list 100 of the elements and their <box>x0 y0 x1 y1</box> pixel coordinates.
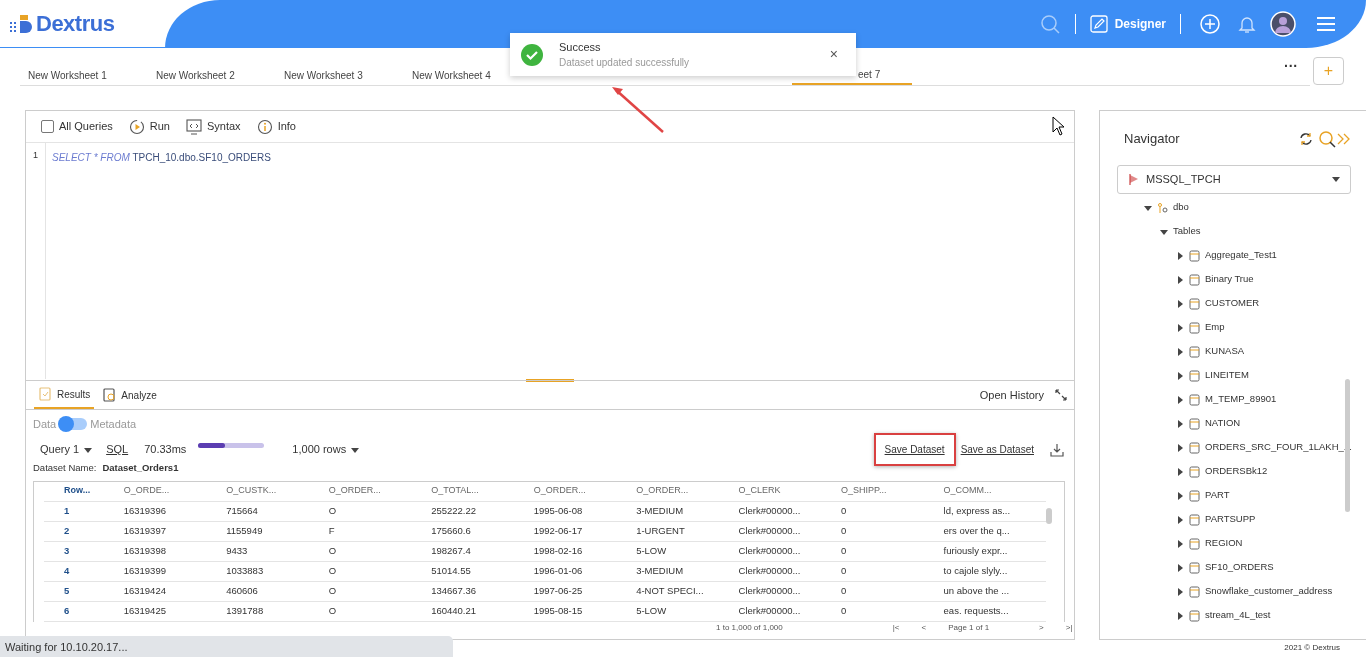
tree-item[interactable]: stream_4L_test <box>1100 603 1366 628</box>
pager-prev-button[interactable]: < <box>921 621 927 634</box>
info-icon[interactable] <box>256 118 273 135</box>
table-cell-text: 0 <box>841 523 848 538</box>
table-icon <box>1189 513 1200 526</box>
info-button[interactable]: Info <box>256 118 296 135</box>
results-tab[interactable]: Results <box>34 381 95 409</box>
tree-item[interactable]: LINEITEM <box>1100 363 1366 388</box>
tree-item[interactable]: REGION <box>1100 531 1366 556</box>
results-tab[interactable]: Analyze <box>98 381 161 409</box>
syntax-button[interactable]: Syntax <box>186 118 241 135</box>
table-cell-text: 134667.36 <box>431 583 478 598</box>
logo-icon <box>8 12 34 35</box>
expand-icon[interactable] <box>1054 388 1068 402</box>
worksheet-tab[interactable]: New Worksheet 1 <box>20 58 148 85</box>
monitor-code-icon[interactable] <box>186 118 202 135</box>
sql-link[interactable]: SQL <box>106 441 129 458</box>
column-header[interactable]: O_TOTAL... <box>431 484 534 498</box>
bell-icon[interactable] <box>1238 14 1256 34</box>
table-cell-text: 1033883 <box>226 563 265 578</box>
copyright-text: 2021 © Dextrus <box>1284 642 1340 654</box>
data-metadata-toggle[interactable] <box>59 418 88 431</box>
save-dataset-link[interactable]: Save Dataset <box>884 442 945 458</box>
tree-item[interactable]: ORDERS_SRC_FOUR_1LAKH_... <box>1100 435 1366 460</box>
pager-next-button[interactable]: > <box>1039 621 1044 634</box>
avatar[interactable] <box>1270 11 1296 37</box>
table-cell-text: 1155949 <box>226 523 264 538</box>
table-icon <box>1189 537 1200 550</box>
column-header[interactable]: O_CLERK <box>738 484 842 498</box>
tree-item[interactable]: CUSTOMER <box>1100 291 1366 316</box>
tree-item[interactable]: PART <box>1100 483 1366 508</box>
menu-icon[interactable] <box>1316 16 1336 32</box>
tree-item[interactable]: Snowflake_customer_address <box>1100 579 1366 604</box>
tree-item[interactable]: SF10_ORDERS <box>1100 555 1366 580</box>
column-header[interactable]: O_CUSTK... <box>226 484 329 498</box>
play-circle-icon[interactable] <box>128 118 145 135</box>
table-cell-text: 51014.55 <box>431 563 472 578</box>
save-as-dataset-link[interactable]: Save as Dataset <box>960 442 1034 457</box>
collapse-icon[interactable] <box>1336 131 1352 146</box>
table-icon <box>1189 393 1200 406</box>
column-header[interactable]: O_ORDER... <box>636 484 739 498</box>
tree-item[interactable]: Aggregate_Test1 <box>1100 243 1366 268</box>
table-cell-text: F <box>328 523 336 538</box>
column-header[interactable]: O_COMM... <box>943 484 1047 498</box>
clipboard-icon[interactable] <box>38 386 52 402</box>
table-icon <box>1189 417 1200 430</box>
dataset-name-label: Dataset Name: <box>33 460 97 475</box>
tree-item[interactable]: ORDERSBk12 <box>1100 459 1366 484</box>
run-button[interactable]: Run <box>128 118 170 135</box>
table-icon <box>1189 585 1200 598</box>
cursor-icon <box>1052 116 1066 136</box>
row-number: 1 <box>63 503 71 518</box>
open-history-button[interactable]: Open History <box>973 381 1048 409</box>
source-dropdown[interactable]: MSSQL_TPCH <box>1117 164 1351 194</box>
tree-item[interactable]: dbo <box>1100 195 1366 220</box>
column-header[interactable]: O_ORDER... <box>533 484 637 498</box>
tree-item[interactable]: Emp <box>1100 315 1366 340</box>
row-number: 6 <box>63 603 71 618</box>
designer-icon[interactable] <box>1089 15 1108 33</box>
table-cell-text: 160440.21 <box>431 603 478 618</box>
close-button[interactable]: × <box>829 44 838 65</box>
add-icon[interactable] <box>1199 13 1221 35</box>
worksheet-tab[interactable]: New Worksheet 4 <box>404 58 532 85</box>
resize-handle[interactable] <box>526 379 574 382</box>
table-icon <box>1189 321 1200 334</box>
analyze-icon[interactable] <box>102 387 117 403</box>
tree-item[interactable]: Binary True <box>1100 267 1366 292</box>
table-cell-text: 1995-06-08 <box>533 503 584 518</box>
table-cell-text: Clerk#00000... <box>738 563 802 578</box>
toast-message: Dataset updated successfully <box>559 56 691 71</box>
table-cell-text: 460606 <box>226 583 259 598</box>
table-cell-text: O <box>328 503 338 518</box>
pager-last-button[interactable]: >| <box>1065 621 1073 634</box>
tree-item[interactable]: M_TEMP_89901 <box>1100 387 1366 412</box>
download-icon[interactable] <box>1050 442 1064 457</box>
refresh-icon[interactable] <box>1298 130 1314 147</box>
status-text: Waiting for 10.10.20.17... <box>0 636 453 657</box>
row-number: 2 <box>63 523 71 538</box>
column-header[interactable]: Row... <box>44 484 124 498</box>
success-icon <box>520 42 544 67</box>
page-label: Page 1 of 1 <box>948 621 990 634</box>
query-dropdown[interactable]: Query 1 <box>40 441 93 458</box>
all-queries-checkbox[interactable]: All Queries <box>41 118 113 135</box>
column-header[interactable]: O_SHIPP... <box>841 484 944 498</box>
metadata-label: Metadata <box>90 417 137 432</box>
tree-item[interactable]: NATION <box>1100 411 1366 436</box>
pager-first-button[interactable]: |< <box>892 621 900 634</box>
worksheet-tab[interactable]: New Worksheet 3 <box>276 58 404 85</box>
column-header[interactable]: O_ORDER... <box>328 484 432 498</box>
column-header[interactable]: O_ORDE... <box>123 484 227 498</box>
tree-item[interactable]: KUNASA <box>1100 339 1366 364</box>
table-icon <box>1189 561 1200 574</box>
toast-title: Success <box>559 39 602 55</box>
search-icon[interactable] <box>1038 13 1061 35</box>
rows-dropdown[interactable]: 1,000 rows <box>292 441 360 458</box>
more-button[interactable]: ··· <box>1284 56 1298 77</box>
scrollbar-thumb[interactable] <box>1046 507 1052 524</box>
tree-item[interactable]: PARTSUPP <box>1100 507 1366 532</box>
tree-item[interactable]: Tables <box>1100 219 1366 244</box>
worksheet-tab[interactable]: New Worksheet 2 <box>148 58 276 85</box>
